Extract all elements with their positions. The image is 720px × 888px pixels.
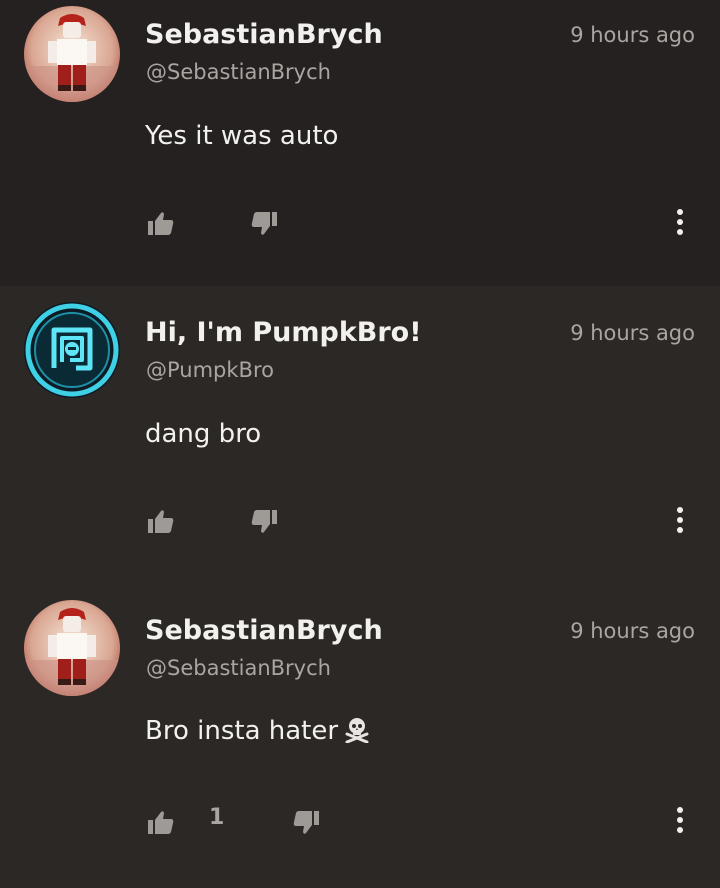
- more-options-button[interactable]: [672, 805, 688, 835]
- avatar[interactable]: [24, 600, 120, 696]
- cyan-maze-logo-icon: [24, 302, 120, 398]
- dislike-button[interactable]: [251, 510, 277, 534]
- comment-text: Yes it was auto: [145, 121, 339, 151]
- skull-crossbones-emoji-icon: [345, 718, 369, 744]
- roblox-avatar-icon: [24, 6, 120, 102]
- author-name[interactable]: Hi, I'm PumpkBro!: [145, 317, 422, 348]
- comment-feed: SebastianBrych @SebastianBrych 9 hours a…: [0, 0, 720, 888]
- like-button[interactable]: [148, 509, 174, 533]
- comment-item: SebastianBrych @SebastianBrych 9 hours a…: [0, 584, 720, 888]
- more-options-button[interactable]: [672, 207, 688, 237]
- vertical-dots-icon: [677, 219, 683, 225]
- comment-item: SebastianBrych @SebastianBrych 9 hours a…: [0, 0, 720, 286]
- like-button[interactable]: [148, 810, 174, 834]
- more-options-button[interactable]: [672, 505, 688, 535]
- vertical-dots-icon: [677, 807, 683, 813]
- like-count: 1: [209, 805, 225, 830]
- vertical-dots-icon: [677, 229, 683, 235]
- thumbs-up-icon: [148, 811, 174, 834]
- avatar[interactable]: [24, 6, 120, 102]
- vertical-dots-icon: [677, 817, 683, 823]
- thumbs-down-icon: [293, 811, 319, 834]
- comment-text: Bro insta hater: [145, 716, 339, 746]
- dislike-button[interactable]: [251, 212, 277, 236]
- thumbs-up-icon: [148, 212, 174, 235]
- thumbs-down-icon: [251, 510, 277, 533]
- thumbs-up-icon: [148, 510, 174, 533]
- vertical-dots-icon: [677, 209, 683, 215]
- vertical-dots-icon: [677, 827, 683, 833]
- author-name[interactable]: SebastianBrych: [145, 615, 383, 646]
- author-handle[interactable]: @SebastianBrych: [146, 60, 331, 84]
- comment-body: Bro insta hater: [145, 716, 370, 750]
- comment-text: dang bro: [145, 419, 262, 449]
- roblox-avatar-icon: [24, 600, 120, 696]
- timestamp: 9 hours ago: [570, 619, 695, 643]
- like-button[interactable]: [148, 211, 174, 235]
- vertical-dots-icon: [677, 507, 683, 513]
- thumbs-down-icon: [251, 212, 277, 235]
- vertical-dots-icon: [677, 527, 683, 533]
- dislike-button[interactable]: [293, 811, 319, 835]
- vertical-dots-icon: [677, 517, 683, 523]
- comment-item: Hi, I'm PumpkBro! @PumpkBro 9 hours ago …: [0, 286, 720, 584]
- timestamp: 9 hours ago: [570, 321, 695, 345]
- author-name[interactable]: SebastianBrych: [145, 19, 383, 50]
- skull-crossbones-icon: [344, 717, 370, 750]
- author-handle[interactable]: @SebastianBrych: [146, 656, 331, 680]
- avatar[interactable]: [24, 302, 120, 398]
- author-handle[interactable]: @PumpkBro: [146, 358, 274, 382]
- timestamp: 9 hours ago: [570, 23, 695, 47]
